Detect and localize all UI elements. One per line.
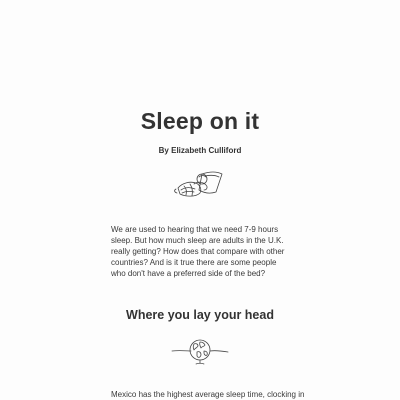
globe-icon [170,334,230,366]
author-byline: By Elizabeth Culliford [158,146,242,155]
section-heading: Where you lay your head [126,308,274,322]
intro-paragraph: We are used to hearing that we need 7-9 … [111,225,285,278]
sleeping-person-icon [172,168,228,202]
page-title: Sleep on it [140,108,260,134]
article-page: Sleep on it By Elizabeth Culliford We ar… [0,0,400,400]
section-paragraph: Mexico has the highest average sleep tim… [111,390,305,399]
